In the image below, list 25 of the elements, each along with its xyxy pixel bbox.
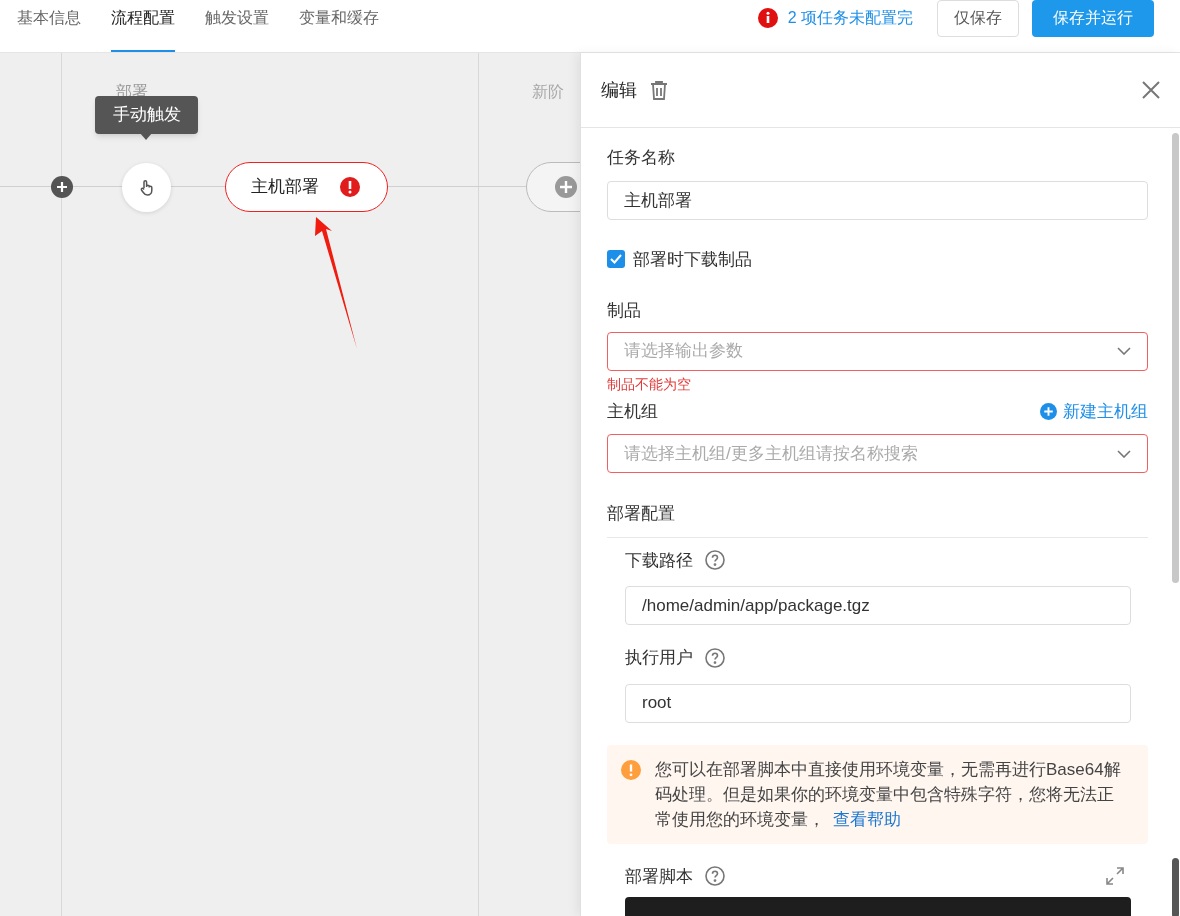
checkbox-label[interactable]: 部署时下载制品 [633,246,752,272]
field-label: 执行用户 [625,647,693,669]
text-input[interactable]: root [625,683,1131,723]
task-node[interactable]: 主机部署 [225,162,388,212]
new-host-group-link[interactable]: 新建主机组 [1040,398,1148,424]
tab[interactable]: 变量和缓存 [299,0,379,52]
task-label: 主机部署 [251,176,319,199]
section-title: 部署配置 [607,501,1148,538]
save-button[interactable]: 仅保存 [937,0,1019,37]
field-label: 下载路径 [625,549,693,572]
field-label: 部署脚本 [625,865,693,888]
field-label: 制品 [607,300,642,322]
task-name-input[interactable]: 主机部署 [607,180,1148,220]
panel-title: 编辑 [601,78,637,102]
help-link[interactable]: 查看帮助 [833,809,901,829]
error-message: 制品不能为空 [607,374,692,393]
warning-text[interactable]: 2 项任务未配置完 [787,6,913,30]
field-label: 主机组 [607,400,659,423]
text-input[interactable]: /home/admin/app/package.tgz [625,586,1131,625]
tab[interactable]: 基本信息 [17,0,81,52]
notice-text: 您可以在部署脚本中直接使用环境变量，无需再进行Base64解码处理。但是如果你的环境变量中包含特殊字符，您将无法正常使用您的环境变量， 查看帮助 [655,758,1122,831]
tab[interactable]: 触发设置 [205,0,269,52]
field-label: 任务名称 [607,147,676,169]
stage-title: 新阶 [532,82,564,102]
tooltip: 手动触发 [95,96,198,134]
